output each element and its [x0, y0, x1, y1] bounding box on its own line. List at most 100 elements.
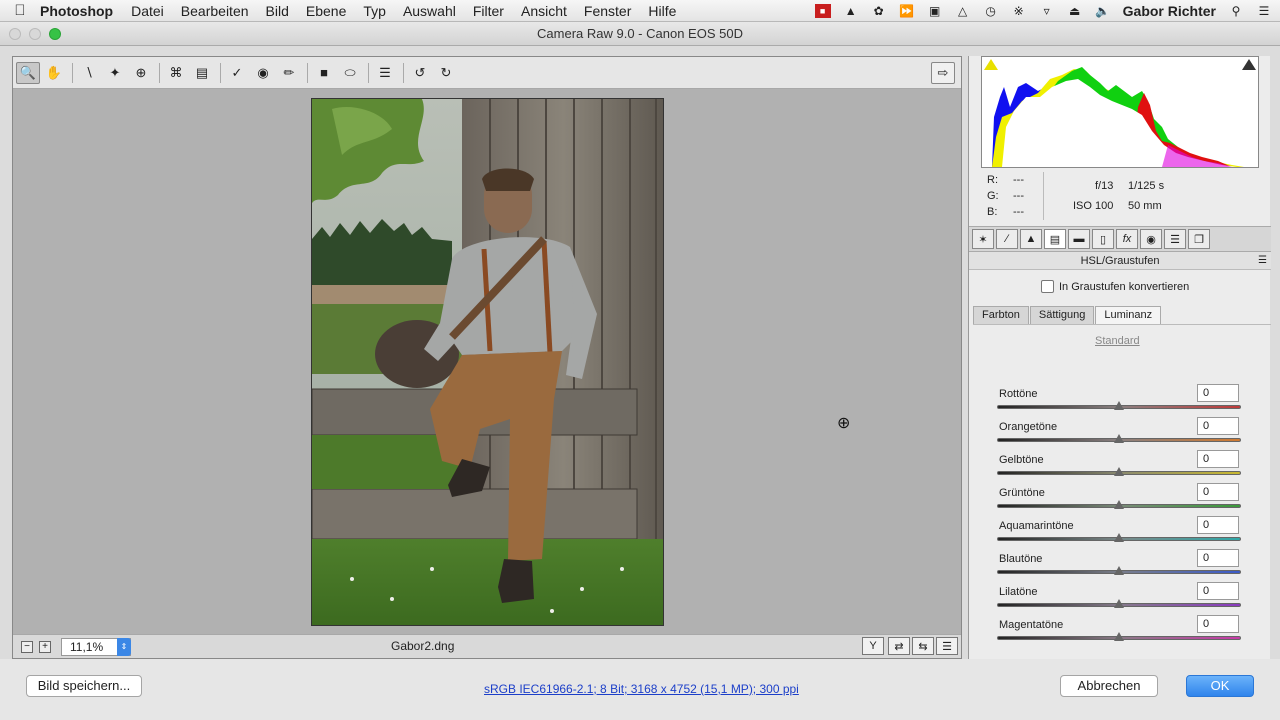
tab-luminanz[interactable]: Luminanz — [1095, 306, 1162, 324]
forward-icon[interactable]: ⏩ — [899, 4, 915, 18]
grayscale-checkbox[interactable] — [1041, 280, 1054, 293]
spotlight-search-icon[interactable]: ⚲ — [1228, 4, 1244, 18]
tab-split-toning-icon[interactable]: ▬ — [1068, 229, 1090, 249]
toolbar-divider — [220, 62, 221, 83]
slider-value-field[interactable]: 0 — [1197, 384, 1239, 402]
zoom-level-value: 11,1% — [70, 639, 104, 654]
menu-ebene[interactable]: Ebene — [306, 3, 346, 19]
fullscreen-toggle-icon[interactable]: ⇨ — [931, 62, 955, 84]
menu-filter[interactable]: Filter — [473, 3, 504, 19]
slider-value-field[interactable]: 0 — [1197, 417, 1239, 435]
bluetooth-icon[interactable]: ※ — [1011, 4, 1027, 18]
display-icon[interactable]: ▣ — [927, 4, 943, 18]
app-menu[interactable]: Photoshop — [40, 3, 113, 19]
airplay-icon[interactable]: △ — [955, 4, 971, 18]
hat-icon[interactable]: ▲ — [843, 4, 859, 18]
minimize-window-button[interactable] — [29, 28, 41, 40]
slider-value-field[interactable]: 0 — [1197, 582, 1239, 600]
focal-length-value: 50 mm — [1128, 200, 1162, 212]
menu-hilfe[interactable]: Hilfe — [648, 3, 676, 19]
zoom-in-button[interactable]: + — [39, 640, 51, 653]
copy-settings-icon[interactable]: ⇆ — [912, 637, 934, 655]
spot-removal-tool-icon[interactable]: ✓ — [225, 62, 249, 84]
color-sampler-tool-icon[interactable]: ✦ — [103, 62, 127, 84]
slider-thumb[interactable] — [1114, 533, 1124, 542]
eject-icon[interactable]: ⏏ — [1067, 4, 1083, 18]
swap-settings-icon[interactable]: ⇄ — [888, 637, 910, 655]
menu-typ[interactable]: Typ — [363, 3, 386, 19]
slider-value-field[interactable]: 0 — [1197, 483, 1239, 501]
default-link[interactable]: Standard — [1095, 335, 1140, 347]
slider-value-field[interactable]: 0 — [1197, 549, 1239, 567]
rotate-left-icon[interactable]: ↺ — [408, 62, 432, 84]
menu-auswahl[interactable]: Auswahl — [403, 3, 456, 19]
zoom-out-button[interactable]: − — [21, 640, 33, 653]
radial-filter-icon[interactable]: ⬭ — [338, 62, 362, 84]
slider-thumb[interactable] — [1114, 566, 1124, 575]
slider-thumb[interactable] — [1114, 434, 1124, 443]
preferences-list-icon[interactable]: ☰ — [373, 62, 397, 84]
notification-list-icon[interactable]: ☰ — [1256, 4, 1272, 18]
volume-icon[interactable]: 🔈 — [1095, 4, 1111, 18]
rotate-right-icon[interactable]: ↻ — [434, 62, 458, 84]
slider-thumb[interactable] — [1114, 500, 1124, 509]
graduated-filter-icon[interactable]: ■ — [312, 62, 336, 84]
zoom-tool-icon[interactable]: 🔍 — [16, 61, 40, 84]
zoom-level-field[interactable]: 11,1% ⇕ — [61, 637, 131, 656]
slider-value-field[interactable]: 0 — [1197, 615, 1239, 633]
preview-preferences-icon[interactable]: ☰ — [936, 637, 958, 655]
app-tray-icon[interactable]: ■ — [814, 4, 831, 18]
tab-hsl-icon[interactable]: ▤ — [1044, 229, 1066, 249]
menu-fenster[interactable]: Fenster — [584, 3, 631, 19]
menu-datei[interactable]: Datei — [131, 3, 164, 19]
panel-menu-icon[interactable]: ☰ — [1258, 252, 1267, 270]
before-after-icon[interactable]: Y — [862, 637, 884, 655]
menu-bearbeiten[interactable]: Bearbeiten — [181, 3, 249, 19]
close-window-button[interactable] — [9, 28, 21, 40]
tab-basic-icon[interactable]: ✶ — [972, 229, 994, 249]
tab-effects-icon[interactable]: fx — [1116, 229, 1138, 249]
tab-farbton[interactable]: Farbton — [973, 306, 1029, 324]
tab-snapshots-icon[interactable]: ❐ — [1188, 229, 1210, 249]
slider-thumb[interactable] — [1114, 467, 1124, 476]
slider-thumb[interactable] — [1114, 632, 1124, 641]
status-tray: ■ ▲ ✿ ⏩ ▣ △ ◷ ※ ▿ ⏏ 🔈 Gabor Richter ⚲ ☰ — [814, 0, 1272, 22]
cancel-button[interactable]: Abbrechen — [1060, 675, 1158, 697]
photo-preview[interactable] — [311, 98, 664, 626]
tab-camera-calibration-icon[interactable]: ◉ — [1140, 229, 1162, 249]
slider-thumb[interactable] — [1114, 401, 1124, 410]
adjustment-brush-icon[interactable]: ✏ — [277, 62, 301, 84]
hand-tool-icon[interactable]: ✋ — [42, 62, 66, 84]
workflow-options-link[interactable]: sRGB IEC61966-2.1; 8 Bit; 3168 x 4752 (1… — [484, 682, 799, 696]
time-machine-icon[interactable]: ◷ — [983, 4, 999, 18]
tab-lens-corrections-icon[interactable]: ▯ — [1092, 229, 1114, 249]
red-value: --- — [1013, 174, 1024, 186]
tab-detail-icon[interactable]: ▲ — [1020, 229, 1042, 249]
tab-saettigung[interactable]: Sättigung — [1029, 306, 1095, 324]
save-image-button[interactable]: Bild speichern... — [26, 675, 142, 697]
menu-bild[interactable]: Bild — [266, 3, 289, 19]
targeted-adjustment-tool-icon[interactable]: ⊕ — [129, 62, 153, 84]
slider-thumb[interactable] — [1114, 599, 1124, 608]
shadow-clipping-warning-icon[interactable] — [984, 59, 998, 70]
ok-button[interactable]: OK — [1186, 675, 1254, 697]
crop-tool-icon[interactable]: ⌘ — [164, 62, 188, 84]
panel-section-title: HSL/Graustufen ☰ — [969, 252, 1271, 270]
red-eye-tool-icon[interactable]: ◉ — [251, 62, 275, 84]
tab-tone-curve-icon[interactable]: ∕ — [996, 229, 1018, 249]
wifi-icon[interactable]: ▿ — [1039, 4, 1055, 18]
tab-presets-icon[interactable]: ☰ — [1164, 229, 1186, 249]
straighten-tool-icon[interactable]: ▤ — [190, 62, 214, 84]
image-preview-area: 🔍 ✋ ∖ ✦ ⊕ ⌘ ▤ ✓ ◉ ✏ ■ ⬭ ☰ ↺ ↻ ⇨ ⊕ − + 11… — [12, 56, 962, 659]
highlight-clipping-warning-icon[interactable] — [1242, 59, 1256, 70]
grayscale-option[interactable]: In Graustufen konvertieren — [1041, 280, 1189, 293]
zoom-window-button[interactable] — [49, 28, 61, 40]
slider-value-field[interactable]: 0 — [1197, 516, 1239, 534]
creative-cloud-icon[interactable]: ✿ — [871, 4, 887, 18]
white-balance-tool-icon[interactable]: ∖ — [77, 62, 101, 84]
menu-ansicht[interactable]: Ansicht — [521, 3, 567, 19]
zoom-stepper-icon[interactable]: ⇕ — [117, 637, 131, 656]
apple-menu-icon[interactable]:  — [0, 2, 40, 19]
slider-value-field[interactable]: 0 — [1197, 450, 1239, 468]
user-name[interactable]: Gabor Richter — [1123, 3, 1216, 19]
